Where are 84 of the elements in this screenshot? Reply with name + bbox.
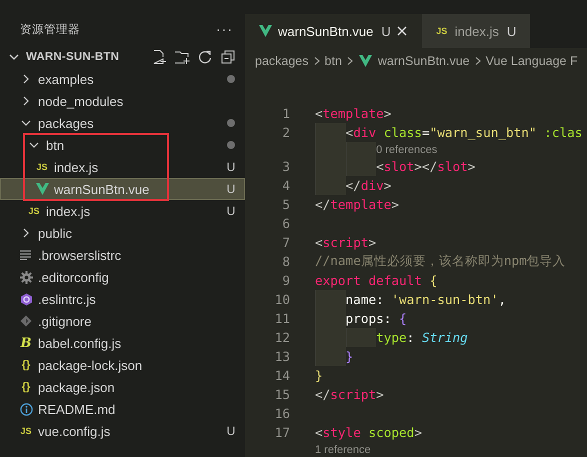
hexagon-icon [20, 292, 32, 306]
folder-item[interactable]: node_modules [0, 90, 245, 112]
vue-icon [36, 183, 48, 195]
line-number: 7 [281, 235, 290, 250]
breadcrumb-item[interactable]: warnSunBtn.vue [378, 54, 470, 68]
section-header[interactable]: WARN-SUN-BTN [0, 46, 245, 68]
diamond-icon [20, 315, 32, 327]
file-item[interactable]: B babel.config.js [0, 332, 245, 354]
lines-icon [20, 250, 32, 260]
js-icon: JS [20, 426, 32, 436]
status-letter: U [226, 204, 236, 218]
line-number: 17 [274, 425, 290, 440]
code-line: </script> [315, 387, 384, 402]
code-line: } [315, 368, 323, 383]
file-item[interactable]: .gitignore [0, 310, 245, 332]
breadcrumb-item[interactable]: packages [255, 54, 309, 68]
folder-item[interactable]: public [0, 222, 245, 244]
folder-item[interactable]: packages [0, 112, 245, 134]
new-file-icon[interactable] [151, 49, 167, 65]
new-folder-icon[interactable] [174, 49, 190, 65]
file-item[interactable]: .eslintrc.js [0, 288, 245, 310]
file-item[interactable]: JS index.js U [0, 200, 245, 222]
editor-tab[interactable]: warnSunBtn.vue U [245, 14, 422, 48]
code-line: <template> [315, 106, 392, 121]
info-icon [20, 402, 32, 416]
references-link[interactable]: 1 reference [315, 444, 371, 456]
more-actions-button[interactable]: ··· [216, 21, 233, 37]
code-line: <div class="warn_sun_btn" :clas [346, 125, 582, 140]
code-line: </div> [346, 178, 392, 193]
file-item[interactable]: JS index.js U [0, 156, 245, 178]
code-line: props: { [346, 311, 407, 326]
line-number: 8 [281, 254, 290, 269]
line-number: 10 [274, 292, 290, 307]
file-item[interactable]: JS vue.config.js U [0, 420, 245, 442]
file-item[interactable]: {} package.json [0, 376, 245, 398]
status-letter: U [226, 424, 236, 438]
line-number: 4 [281, 178, 290, 193]
line-number: 6 [281, 216, 290, 231]
line-number: 11 [274, 311, 290, 326]
refresh-icon[interactable] [197, 49, 213, 65]
js-icon: JS [36, 162, 48, 172]
js-icon: JS [436, 26, 448, 36]
braces-icon: {} [22, 382, 30, 392]
line-number: 3 [281, 159, 290, 174]
breadcrumb-item[interactable]: Vue Language F [486, 54, 578, 68]
line-number: 9 [281, 273, 290, 288]
line-number: 14 [274, 368, 290, 383]
file-item[interactable]: README.md [0, 398, 245, 420]
line-number: 5 [281, 197, 290, 212]
file-item[interactable]: .browserslistrc [0, 244, 245, 266]
code-line: <slot></slot> [376, 159, 476, 174]
code-line: <style scoped> [315, 425, 422, 440]
code-line: </template> [315, 197, 400, 212]
line-number: 12 [274, 330, 290, 345]
vue-icon [359, 55, 372, 67]
folder-item[interactable]: btn [0, 134, 245, 156]
line-number: 2 [281, 125, 290, 140]
vue-icon [258, 25, 272, 37]
braces-icon: {} [22, 360, 30, 370]
code-line: //name属性必须要，该名称即为npm包导入 [315, 253, 566, 270]
close-icon[interactable] [396, 25, 408, 37]
explorer-title: 资源管理器 [20, 22, 80, 36]
line-number: 15 [274, 387, 290, 402]
breadcrumb-item[interactable]: btn [324, 54, 342, 68]
code-line: name: 'warn-sun-btn', [346, 292, 506, 307]
collapse-icon[interactable] [220, 49, 236, 65]
babel-icon: B [20, 336, 32, 350]
editor-tab[interactable]: JS index.js U [422, 14, 530, 48]
references-link[interactable]: 0 references [376, 144, 438, 156]
file-item[interactable]: .editorconfig [0, 266, 245, 288]
status-letter: U [226, 160, 236, 174]
status-letter: U [226, 182, 236, 196]
line-number: 16 [274, 406, 290, 421]
file-item[interactable]: {} package-lock.json [0, 354, 245, 376]
code-line: <script> [315, 235, 376, 250]
folder-item[interactable]: examples [0, 68, 245, 90]
file-item[interactable]: warnSunBtn.vue U [0, 178, 245, 200]
line-number: 1 [281, 106, 290, 121]
code-line: type: String [376, 330, 468, 345]
code-line: } [346, 349, 354, 364]
js-icon: JS [28, 206, 40, 216]
gear-icon [20, 270, 32, 284]
line-number: 13 [274, 349, 290, 364]
code-line: export default { [315, 273, 438, 288]
